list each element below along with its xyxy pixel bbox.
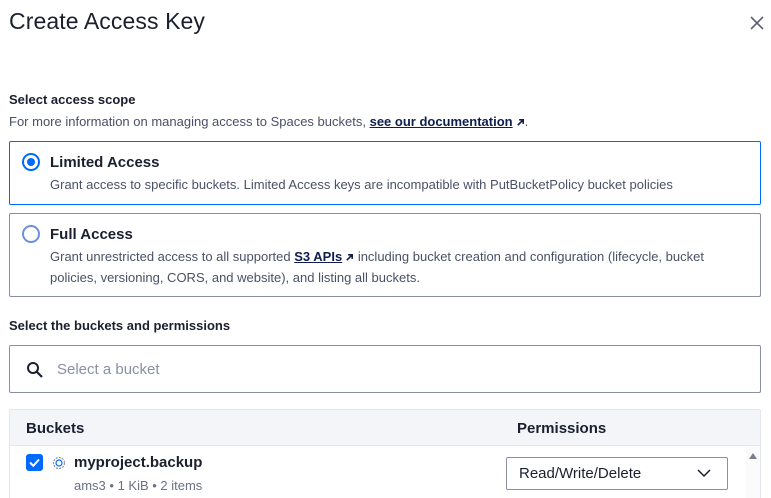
chevron-down-icon	[697, 469, 711, 478]
bucket-icon	[52, 456, 66, 470]
limited-access-option[interactable]: Limited Access Grant access to specific …	[9, 141, 761, 205]
permissions-column-header: Permissions	[517, 420, 607, 437]
external-link-icon	[516, 118, 524, 126]
bucket-meta: ams3 • 1 KiB • 2 items	[74, 478, 203, 493]
full-access-description: Grant unrestricted access to all support…	[50, 249, 704, 285]
buckets-column-header: Buckets	[26, 420, 85, 437]
table-scrollbar[interactable]	[746, 447, 760, 498]
scroll-up-arrow-icon[interactable]	[749, 453, 757, 459]
permission-select[interactable]: Read/Write/Delete	[506, 457, 728, 490]
limited-access-radio[interactable]	[22, 153, 40, 171]
documentation-link[interactable]: see our documentation	[370, 114, 525, 129]
full-access-radio[interactable]	[22, 225, 40, 243]
buckets-permissions-label: Select the buckets and permissions	[9, 318, 231, 333]
access-scope-label: Select access scope	[9, 92, 136, 107]
buckets-table: Buckets Permissions myproject.backup ams…	[9, 409, 761, 498]
full-access-option[interactable]: Full Access Grant unrestricted access to…	[9, 213, 761, 297]
bucket-search[interactable]	[9, 345, 761, 393]
dialog-title: Create Access Key	[9, 8, 206, 34]
external-link-icon	[346, 253, 354, 261]
help-text: For more information on managing access …	[9, 114, 366, 129]
limited-access-description: Grant access to specific buckets. Limite…	[50, 177, 673, 192]
bucket-search-input[interactable]	[57, 358, 737, 380]
search-icon	[27, 362, 43, 378]
access-scope-help: For more information on managing access …	[9, 114, 528, 129]
table-row: myproject.backup ams3 • 1 KiB • 2 items …	[10, 447, 760, 498]
permission-value: Read/Write/Delete	[519, 465, 642, 482]
bucket-name: myproject.backup	[74, 454, 203, 471]
table-header: Buckets Permissions	[10, 410, 760, 446]
s3-apis-link[interactable]: S3 APIs	[294, 249, 354, 264]
full-access-title: Full Access	[50, 226, 133, 243]
bucket-checkbox[interactable]	[26, 454, 43, 471]
checkmark-icon	[29, 458, 40, 468]
help-suffix: .	[524, 114, 529, 129]
limited-access-title: Limited Access	[50, 154, 160, 171]
close-icon[interactable]	[749, 15, 765, 31]
